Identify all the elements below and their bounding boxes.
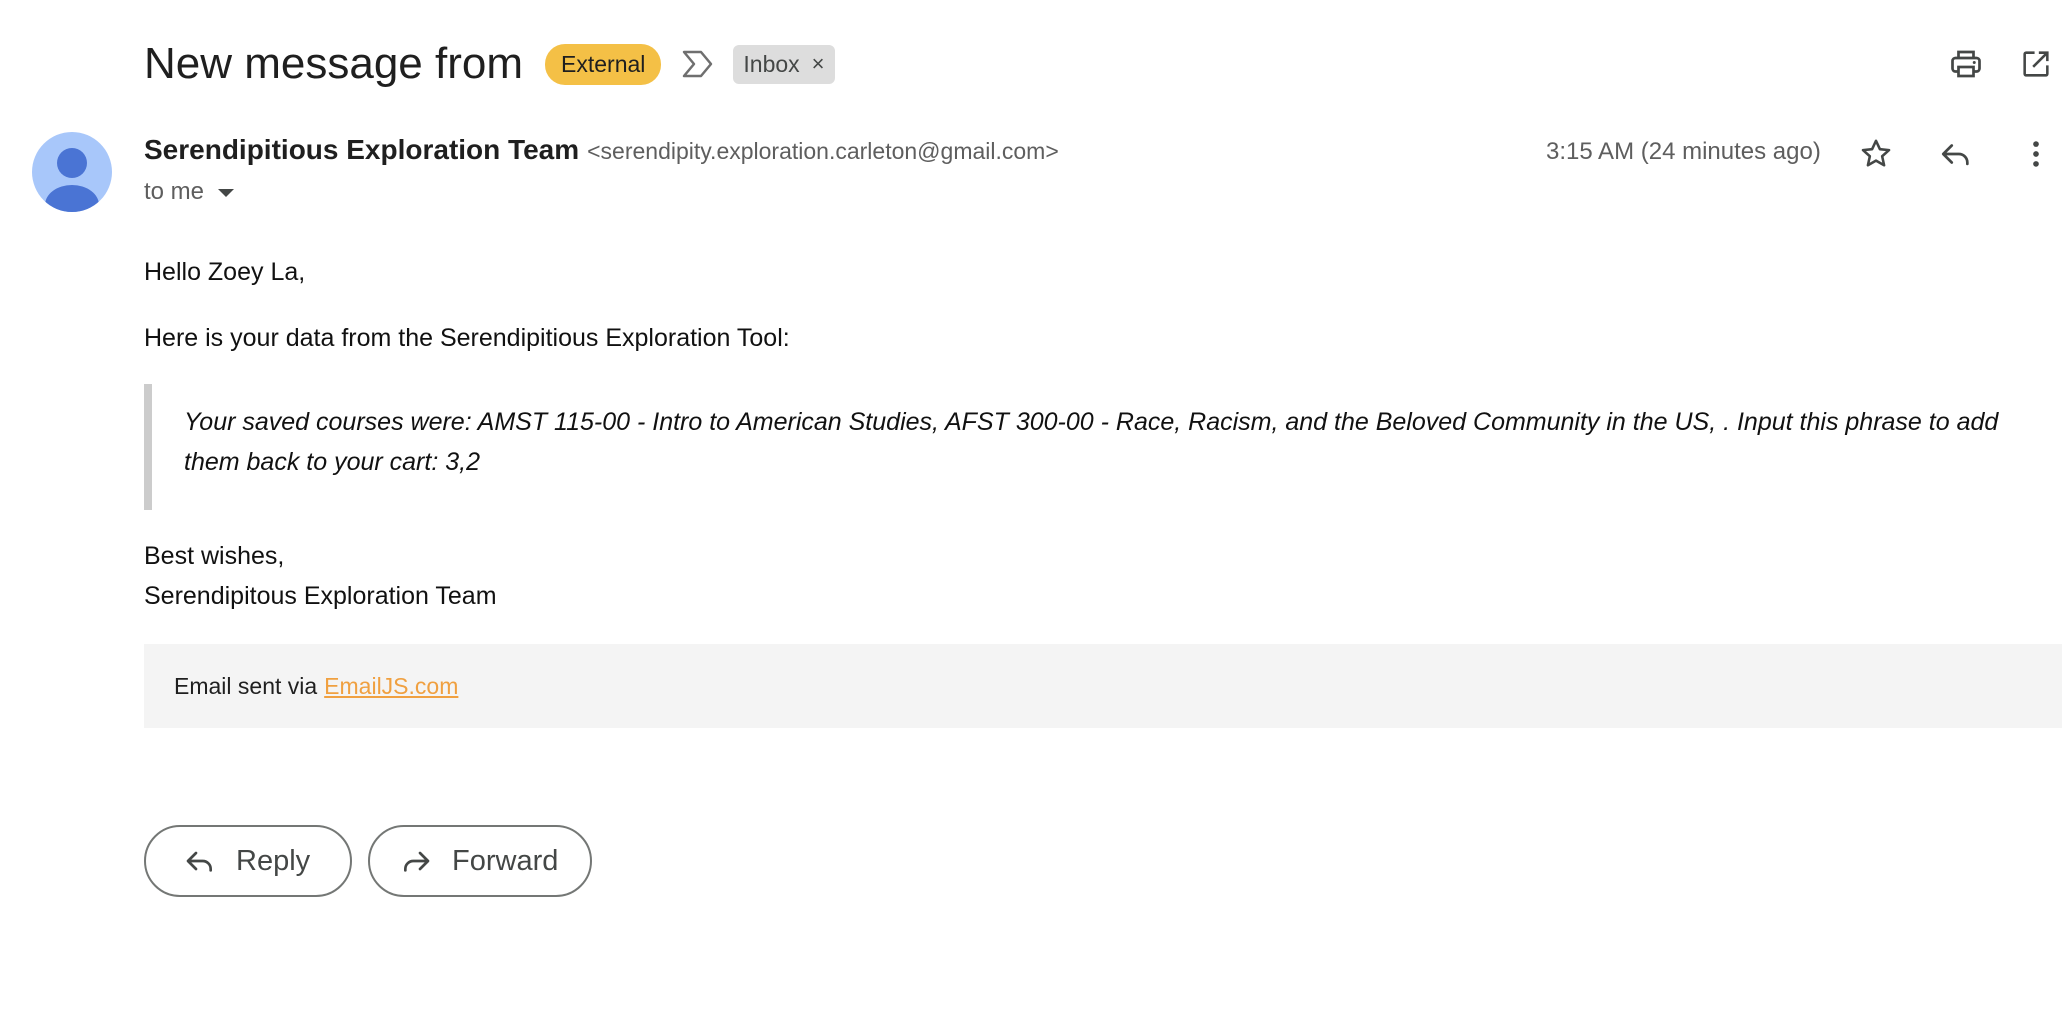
signoff-block: Best wishes, Serendipitous Exploration T…	[144, 536, 497, 616]
forward-icon	[404, 851, 430, 872]
reply-button-header[interactable]	[1936, 134, 1976, 174]
sender-line: Serendipitious Exploration Team <serendi…	[144, 134, 1059, 166]
sender-name[interactable]: Serendipitious Exploration Team	[144, 134, 579, 166]
more-options-button[interactable]	[2016, 134, 2056, 174]
sender-email: <serendipity.exploration.carleton@gmail.…	[587, 138, 1059, 164]
more-vertical-icon	[2033, 141, 2039, 167]
reply-button-label: Reply	[236, 844, 311, 877]
reply-button[interactable]: Reply	[144, 825, 352, 897]
open-in-new-window-button[interactable]	[2016, 44, 2056, 84]
remove-label-button[interactable]: ×	[812, 51, 825, 77]
reply-icon	[1941, 144, 1969, 166]
reply-icon	[186, 851, 212, 872]
footer-prefix: Email sent via	[174, 672, 318, 699]
inbox-label-chip: Inbox ×	[733, 44, 835, 84]
forward-button[interactable]: Forward	[368, 825, 592, 897]
sender-avatar[interactable]	[32, 132, 112, 212]
closing-text: Best wishes,	[144, 542, 285, 570]
forward-button-label: Forward	[452, 844, 559, 877]
important-marker-icon[interactable]	[681, 49, 715, 79]
message-timestamp: 3:15 AM (24 minutes ago)	[1546, 138, 1821, 165]
emailjs-link[interactable]: EmailJS.com	[324, 673, 458, 700]
print-button[interactable]	[1946, 44, 1986, 84]
quote-text: Your saved courses were: AMST 115-00 - I…	[184, 408, 1999, 476]
emailjs-footer: Email sent via EmailJS.com	[144, 644, 2062, 728]
saved-courses-quote: Your saved courses were: AMST 115-00 - I…	[144, 384, 2054, 510]
recipient-label: to me	[144, 178, 205, 205]
star-button[interactable]	[1856, 134, 1896, 174]
open-in-new-window-icon	[2023, 51, 2049, 77]
email-view: New message from External Inbox × Serend…	[0, 0, 2062, 1030]
print-icon	[1951, 50, 1981, 78]
greeting-text: Hello Zoey La,	[144, 258, 306, 286]
person-avatar-icon	[45, 148, 99, 212]
intro-text: Here is your data from the Serendipitiou…	[144, 324, 790, 352]
star-icon	[1861, 139, 1891, 167]
subject-row: New message from External Inbox ×	[144, 36, 835, 92]
email-subject: New message from	[144, 39, 524, 88]
signature-text: Serendipitous Exploration Team	[144, 582, 497, 610]
inbox-label-text: Inbox	[743, 50, 800, 77]
recipient-line: to me	[144, 178, 235, 206]
external-badge: External	[545, 43, 662, 85]
show-details-chevron-down-icon[interactable]	[218, 189, 235, 197]
